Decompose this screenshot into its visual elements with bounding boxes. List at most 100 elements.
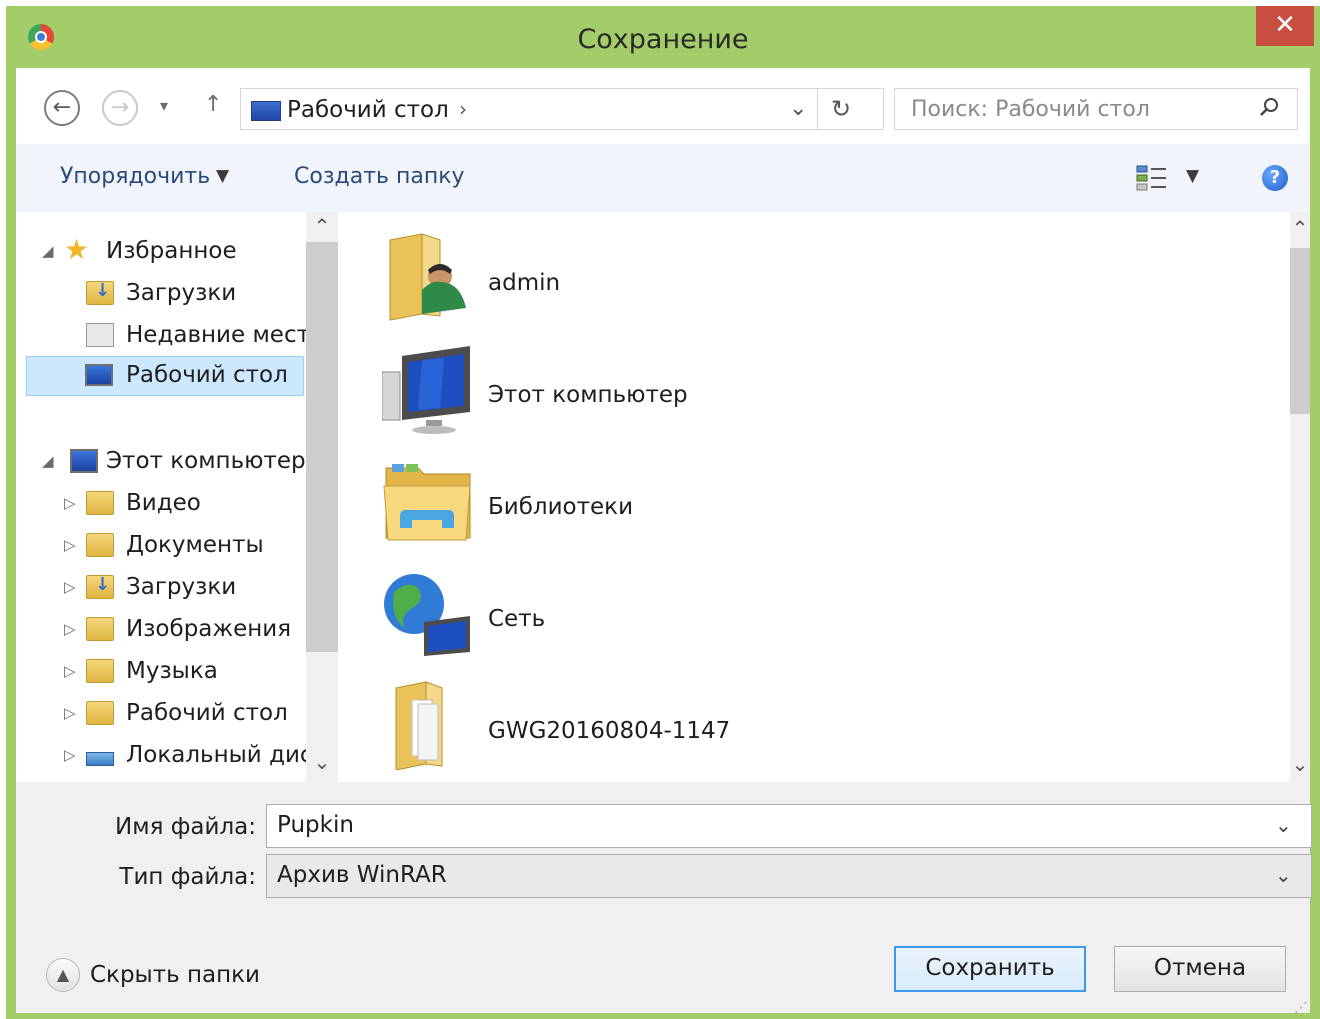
expand-triangle-icon[interactable]: ◢ [42,242,54,260]
tree-pc-music[interactable]: ▷ Музыка [16,654,306,690]
file-item-admin[interactable]: admin [338,222,1290,332]
save-form: Имя файла: Pupkin ⌄ Тип файла: Архив Win… [16,782,1312,1016]
window-title: Сохранение [577,24,749,55]
tree-label: Изображения [126,616,292,642]
navigation-bar: ← → ▾ ↑ Рабочий стол › ⌄ ↻ Поиск: Рабочи… [16,68,1310,144]
up-button[interactable]: ↑ [204,92,222,117]
desktop-icon [251,101,281,121]
file-item-libraries[interactable]: Библиотеки [338,446,1290,556]
libraries-folder-icon [383,464,471,541]
tree-label: Рабочий стол [126,700,288,726]
tree-label: Музыка [126,658,218,684]
file-name: GWG20160804-1147 [488,718,731,744]
collapse-triangle-icon[interactable]: ▷ [64,620,76,638]
filename-value[interactable]: Pupkin [277,812,354,838]
collapse-triangle-icon[interactable]: ▷ [64,746,76,764]
scroll-up-icon[interactable]: ⌃ [306,214,338,238]
recent-places-icon [86,323,114,347]
navigation-scrollbar[interactable]: ⌃ ⌄ [306,212,338,782]
documents-folder-icon [86,533,114,557]
folder-icon [395,681,443,770]
tree-this-pc[interactable]: ◢ Этот компьютер [16,444,306,480]
expand-triangle-icon[interactable]: ◢ [42,452,54,470]
tree-pc-local-disk[interactable]: ▷ Локальный диск [16,738,306,774]
file-item-this-pc[interactable]: Этот компьютер [338,334,1290,444]
file-name: admin [488,270,561,296]
address-divider [817,89,818,129]
desktop-folder-icon [86,701,114,725]
desktop-icon [85,364,113,386]
cancel-button[interactable]: Отмена [1114,946,1286,992]
tree-pc-downloads[interactable]: ▷ Загрузки [16,570,306,606]
drive-icon [86,752,114,766]
collapse-triangle-icon[interactable]: ▷ [64,494,76,512]
file-item-network[interactable]: Сеть [338,558,1290,668]
address-text[interactable]: Рабочий стол [287,97,449,123]
organize-button[interactable]: Упорядочить [60,164,210,189]
search-box[interactable]: Поиск: Рабочий стол [894,88,1298,130]
new-folder-button[interactable]: Создать папку [294,164,465,189]
filename-input[interactable]: Pupkin ⌄ [266,804,1312,848]
recent-locations-button[interactable]: ▾ [160,96,168,115]
collapse-triangle-icon[interactable]: ▷ [64,578,76,596]
organize-dropdown-icon[interactable]: ▼ [216,166,229,186]
tree-label: Этот компьютер [106,448,306,474]
computer-icon [382,346,470,434]
tree-pc-videos[interactable]: ▷ Видео [16,486,306,522]
file-name: Библиотеки [488,494,634,520]
back-button[interactable]: ← [44,90,80,126]
search-input[interactable]: Поиск: Рабочий стол [911,97,1150,122]
collapse-triangle-icon[interactable]: ▷ [64,662,76,680]
chevron-down-icon[interactable]: ⌄ [1275,863,1292,887]
scroll-thumb[interactable] [306,242,338,652]
tree-pc-pictures[interactable]: ▷ Изображения [16,612,306,648]
tree-favorites[interactable]: ◢ ★ Избранное [16,233,306,270]
resize-grip-icon[interactable]: ⋰ [1294,1000,1308,1016]
downloads-folder-icon [86,280,114,305]
close-button[interactable]: ✕ [1256,6,1314,46]
view-dropdown-icon[interactable]: ▼ [1186,166,1199,186]
tree-pc-documents[interactable]: ▷ Документы [16,528,306,564]
music-folder-icon [86,659,114,683]
file-item-gwg-folder[interactable]: GWG20160804-1147 [338,670,1290,780]
hide-folders-icon[interactable]: ▲ [46,958,80,992]
computer-icon [70,449,98,473]
collapse-triangle-icon[interactable]: ▷ [64,704,76,722]
save-button[interactable]: Сохранить [894,946,1086,992]
command-toolbar: Упорядочить ▼ Создать папку ▼ ? [16,144,1310,213]
scroll-down-icon[interactable]: ⌄ [1290,752,1310,776]
scroll-up-icon[interactable]: ⌃ [1290,216,1310,240]
tree-label: Загрузки [126,574,237,600]
search-icon[interactable] [1259,97,1279,117]
title-bar: Сохранение ✕ [6,6,1320,68]
view-options-icon[interactable] [1136,164,1168,192]
forward-button[interactable]: → [102,90,138,126]
filetype-value[interactable]: Архив WinRAR [277,862,447,888]
help-icon[interactable]: ? [1262,165,1288,191]
file-name: Сеть [488,606,546,632]
filename-label: Имя файла: [115,814,256,840]
videos-folder-icon [86,491,114,515]
navigation-pane: ◢ ★ Избранное Загрузки Недавние места Ра… [16,212,306,782]
tree-favorites-desktop[interactable]: Рабочий стол [26,356,304,396]
tree-favorites-recent[interactable]: Недавние места [16,318,306,354]
filetype-select[interactable]: Архив WinRAR ⌄ [266,854,1312,898]
tree-label: Рабочий стол [126,362,288,388]
refresh-button[interactable]: ↻ [831,95,851,123]
address-bar[interactable]: Рабочий стол › ⌄ ↻ [240,88,884,130]
dialog-window: Сохранение ✕ ← → ▾ ↑ Рабочий стол › ⌄ ↻ … [6,6,1320,1019]
chevron-down-icon[interactable]: ⌄ [1275,813,1292,837]
breadcrumb-chevron-icon[interactable]: › [459,97,467,121]
tree-favorites-downloads[interactable]: Загрузки [16,276,306,312]
tree-label: Недавние места [126,322,306,348]
file-list-scrollbar[interactable]: ⌃ ⌄ [1290,212,1310,782]
scroll-thumb[interactable] [1290,248,1310,414]
address-dropdown-icon[interactable]: ⌄ [789,96,807,121]
tree-label: Избранное [106,238,237,264]
hide-folders-button[interactable]: Скрыть папки [90,962,260,988]
tree-label: Локальный диск [126,742,306,768]
star-icon: ★ [64,233,90,266]
tree-pc-desktop[interactable]: ▷ Рабочий стол [16,696,306,732]
collapse-triangle-icon[interactable]: ▷ [64,536,76,554]
scroll-down-icon[interactable]: ⌄ [306,750,338,774]
